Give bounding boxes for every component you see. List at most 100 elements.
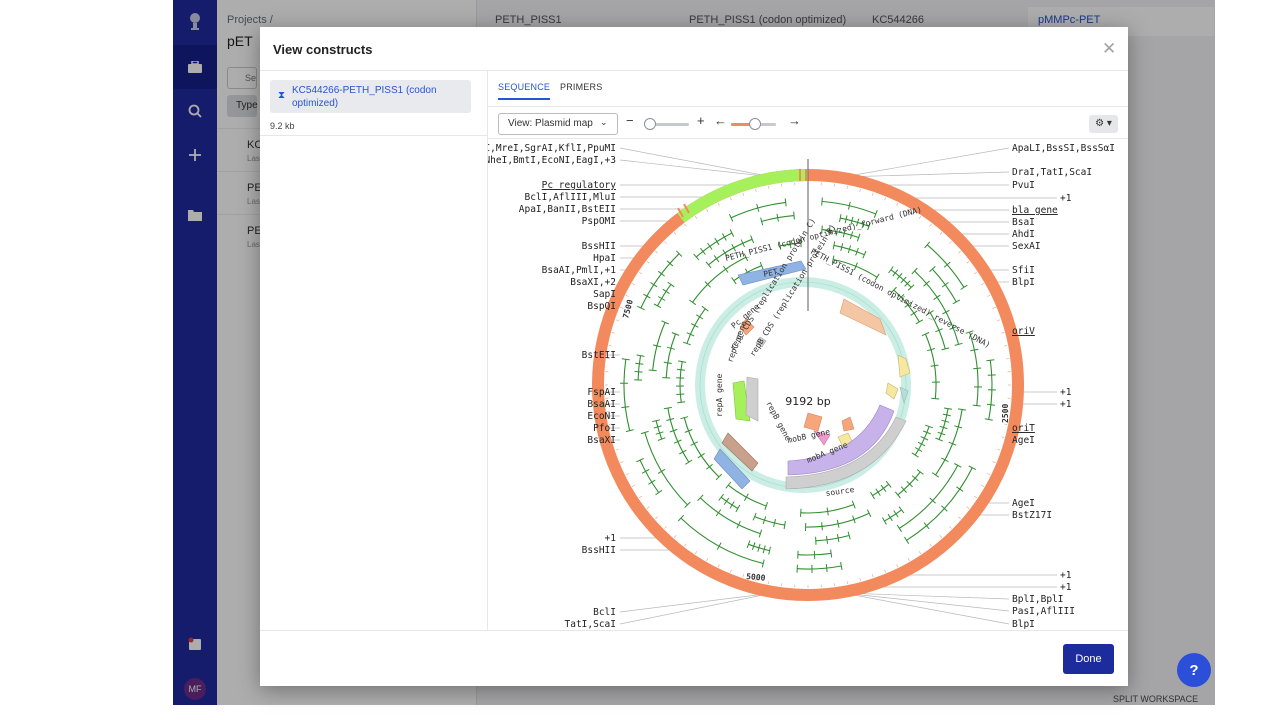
enzyme-label[interactable]: TatI,ScaI [565, 619, 616, 630]
enzyme-leader-line [619, 592, 774, 613]
enzyme-label[interactable]: BsaXI [587, 435, 616, 446]
enzyme-label[interactable]: +1 [1060, 570, 1072, 581]
feature-small-yellow[interactable] [897, 354, 911, 378]
enzyme-label[interactable]: BsaI [1012, 217, 1035, 228]
enzyme-label[interactable]: BsiWI,MreI,SgrAI,KflI,PpuMI [488, 143, 616, 154]
enzyme-label[interactable]: BclI [593, 607, 616, 618]
primer-arc[interactable] [938, 408, 949, 440]
enzyme-label[interactable]: BsaXI,+2 [570, 277, 616, 288]
tab-sequence[interactable]: SEQUENCE [498, 82, 551, 100]
enzyme-label[interactable]: BclI,AflIII,MluI [524, 192, 616, 203]
enzyme-label[interactable]: PfoI [593, 423, 616, 434]
enzyme-label[interactable]: BssHII [582, 241, 616, 252]
scale-tick [872, 192, 874, 196]
enzyme-label[interactable]: PasI,AflIII [1012, 606, 1075, 617]
enzyme-label[interactable]: FspAI [587, 387, 616, 398]
enzyme-label[interactable]: BplI,BplI [1012, 594, 1063, 605]
primer-arc[interactable] [639, 459, 660, 493]
primer-arc[interactable] [623, 359, 631, 431]
primer-arc[interactable] [644, 432, 688, 506]
close-icon[interactable]: ✕ [1102, 39, 1116, 59]
construct-icon: ⧗ [278, 90, 286, 101]
enzyme-label[interactable]: SapI [593, 289, 616, 300]
primer-arc[interactable] [692, 256, 747, 303]
primer-arc[interactable] [657, 284, 672, 307]
tick-label-5000: 5000 [746, 572, 766, 583]
enzyme-label[interactable]: BlpI [1012, 277, 1035, 288]
done-button[interactable]: Done [1063, 644, 1114, 674]
primer-tick [784, 198, 787, 207]
primer-arc[interactable] [655, 420, 663, 440]
plasmid-map-svg[interactable]: PET PETH_PISS1 (codon optimized)_forward… [488, 141, 1128, 631]
rotate-slider-handle[interactable] [749, 118, 761, 130]
feature-repb-cds[interactable] [745, 376, 759, 422]
zoom-out-icon[interactable]: − [626, 114, 634, 128]
enzyme-label[interactable]: NdeI,NheI,BmtI,EcoNI,EagI,+3 [488, 155, 616, 166]
enzyme-label[interactable]: +1 [1060, 387, 1072, 398]
enzyme-label[interactable]: AhdI [1012, 229, 1035, 240]
primer-arc[interactable] [872, 483, 890, 497]
zoom-slider-handle[interactable] [644, 118, 656, 130]
primer-arc[interactable] [640, 253, 680, 309]
scale-tick [655, 250, 658, 254]
primer-tick [715, 509, 722, 517]
primer-arc[interactable] [815, 534, 850, 542]
construct-item[interactable]: ⧗ KC544266-PETH_PISS1 (codon optimized) [270, 80, 471, 113]
primer-arc[interactable] [679, 361, 683, 403]
enzyme-label[interactable]: DraI,TatI,ScaI [1012, 167, 1092, 178]
enzyme-label[interactable]: oriV [1012, 326, 1035, 337]
enzyme-label[interactable]: EcoNI [587, 411, 616, 422]
tab-primers[interactable]: PRIMERS [560, 82, 602, 92]
scale-tick [768, 185, 770, 189]
enzyme-label[interactable]: +1 [1060, 582, 1072, 593]
enzyme-label[interactable]: ApaLI,BssSI,BssSαI [1012, 143, 1115, 154]
rotate-left-icon[interactable]: ← [714, 114, 727, 128]
enzyme-label[interactable]: +1 [605, 533, 617, 544]
scale-tick [742, 574, 744, 578]
enzyme-label[interactable]: PvuI [1012, 180, 1035, 191]
zoom-in-icon[interactable]: + [697, 114, 705, 128]
tick-label-7500: 7500 [621, 298, 635, 319]
scale-tick [939, 535, 943, 538]
enzyme-label[interactable]: HpaI [593, 253, 616, 264]
enzyme-label[interactable]: SfiI [1012, 265, 1035, 276]
enzyme-label[interactable]: Pc regulatory [542, 180, 617, 191]
primer-arc[interactable] [699, 497, 761, 535]
enzyme-label[interactable]: BstEII [582, 350, 616, 361]
enzyme-label[interactable]: BstZ17I [1012, 510, 1052, 521]
enzyme-label[interactable]: oriT [1012, 423, 1035, 434]
enzyme-label[interactable]: +1 [1060, 193, 1072, 204]
primer-arc[interactable] [890, 269, 912, 288]
primer-arc[interactable] [797, 565, 842, 570]
enzyme-label[interactable]: PspOMI [582, 216, 616, 227]
enzyme-label[interactable]: BssHII [582, 545, 616, 556]
enzyme-label[interactable]: SexAI [1012, 241, 1041, 252]
enzyme-label[interactable]: BspQI [587, 301, 616, 312]
primer-tick [986, 403, 995, 406]
primer-arc[interactable] [667, 408, 690, 463]
feature-orange-lower[interactable] [841, 416, 855, 432]
primer-arc[interactable] [899, 465, 959, 529]
view-select[interactable]: View: Plasmid map ⌄ [498, 113, 618, 135]
primer-arc[interactable] [720, 496, 739, 509]
enzyme-label[interactable]: AgeI [1012, 435, 1035, 446]
enzyme-label[interactable]: +1 [1060, 399, 1072, 410]
enzyme-label[interactable]: bla gene [1012, 205, 1058, 216]
scale-tick [768, 581, 770, 585]
split-workspace-label[interactable]: SPLIT WORKSPACE [1113, 694, 1198, 704]
settings-gear-icon[interactable]: ⚙ ▾ [1089, 115, 1118, 133]
plasmid-map[interactable]: PET PETH_PISS1 (codon optimized)_forward… [488, 141, 1128, 631]
primer-arc[interactable] [884, 509, 902, 522]
primer-arc[interactable] [754, 516, 785, 526]
rotate-right-icon[interactable]: → [788, 114, 801, 128]
enzyme-label[interactable]: BsaAI [587, 399, 616, 410]
feature-small-yellow-2[interactable] [885, 382, 899, 400]
primer-arc[interactable] [914, 426, 930, 456]
enzyme-label[interactable]: BlpI [1012, 619, 1035, 630]
primer-arc[interactable] [665, 333, 677, 378]
primer-arc[interactable] [637, 355, 642, 380]
enzyme-label[interactable]: AgeI [1012, 498, 1035, 509]
enzyme-label[interactable]: BsaAI,PmlI,+1 [542, 265, 617, 276]
enzyme-label[interactable]: ApaI,BanII,BstEII [519, 204, 616, 215]
help-button[interactable]: ? [1177, 653, 1211, 687]
